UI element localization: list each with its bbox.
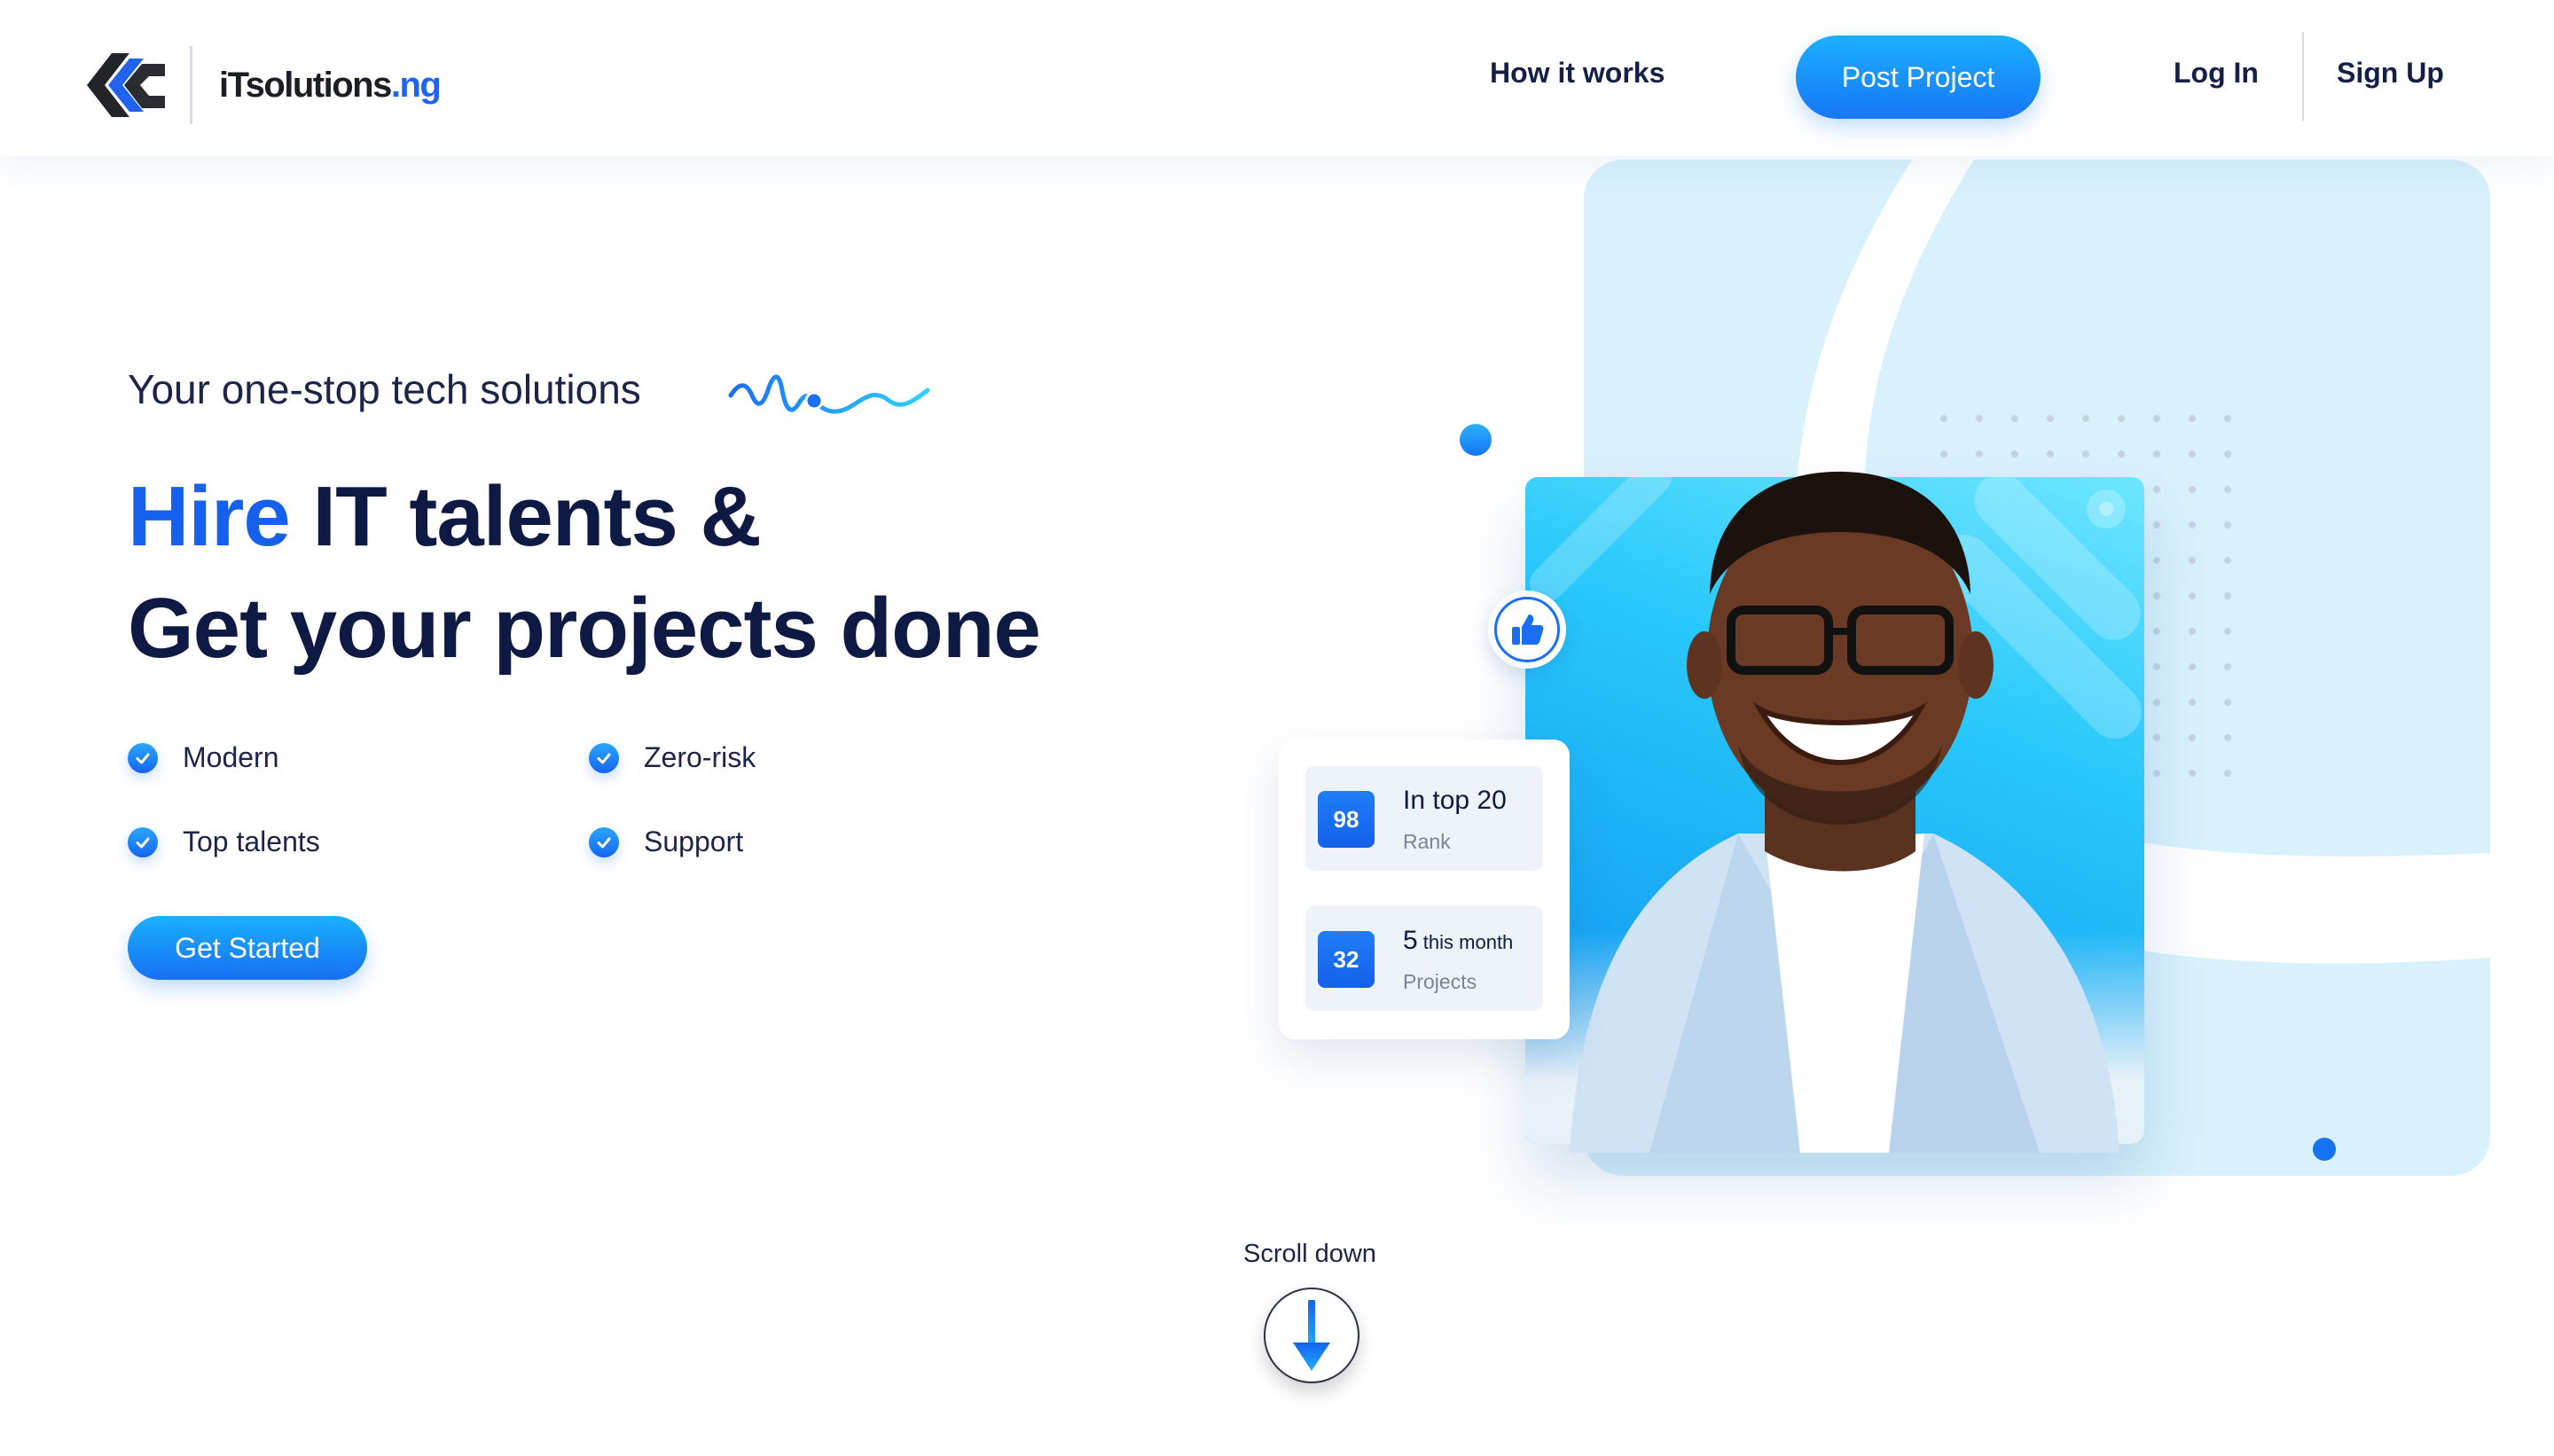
post-project-button[interactable]: Post Project [1796,35,2041,119]
stat-badge: 32 [1318,931,1375,988]
stat-badge: 98 [1318,791,1375,848]
check-circle-icon [589,826,619,857]
check-circle-icon [128,742,158,773]
logo-divider [190,46,192,124]
check-circle-icon [589,742,619,773]
nav-sign-up[interactable]: Sign Up [2337,57,2444,90]
nav-log-in[interactable]: Log In [2174,57,2259,90]
stat-subtitle: Projects [1403,970,1477,993]
feature-label: Modern [183,741,279,773]
headline-line2: Get your projects done [128,581,1041,676]
feature-item: Support [589,826,743,858]
headline-line1: IT talents & [289,469,761,564]
like-badge-ring [1494,597,1560,662]
feature-label: Top talents [183,826,320,857]
smiling-man-photo [1570,471,2119,1153]
stats-card: 98 In top 20 Rank 32 5 this month Projec… [1279,740,1570,1039]
feature-item: Modern [128,741,279,774]
wave-squiggle-icon [728,374,930,414]
site-logo[interactable]: iTsolutions.ng [85,46,442,124]
feature-item: Zero-risk [589,741,756,774]
logo-wordmark: iTsolutions.ng [219,65,442,105]
check-circle-icon [128,826,158,857]
nav-divider [2302,32,2304,121]
stat-rank: 98 In top 20 Rank [1305,766,1543,871]
thumbs-up-icon [1512,614,1544,645]
stat-title: In top 20 [1403,786,1507,815]
feature-item: Top talents [128,826,320,858]
feature-label: Zero-risk [644,741,756,773]
nav-how-it-works[interactable]: How it works [1490,57,1665,90]
feature-label: Support [644,826,744,857]
accent-dot [2313,1138,2336,1161]
site-header: iTsolutions.ng How it works Post Project… [0,0,2554,156]
scroll-down-label: Scroll down [1243,1240,1376,1268]
stat-projects: 32 5 this month Projects [1305,906,1543,1011]
hero-headline: Hire IT talents & Get your projects done [128,461,1041,685]
scroll-down-button[interactable] [1264,1288,1359,1383]
hero-tagline: Your one-stop tech solutions [128,366,641,412]
get-started-button[interactable]: Get Started [128,916,367,980]
like-badge [1488,591,1566,669]
stat-subtitle: Rank [1403,830,1451,853]
headline-accent: Hire [128,469,291,564]
stat-title: 5 this month [1403,926,1514,955]
arrow-down-icon [1293,1300,1330,1371]
itsolutions-logo-icon [87,53,165,117]
